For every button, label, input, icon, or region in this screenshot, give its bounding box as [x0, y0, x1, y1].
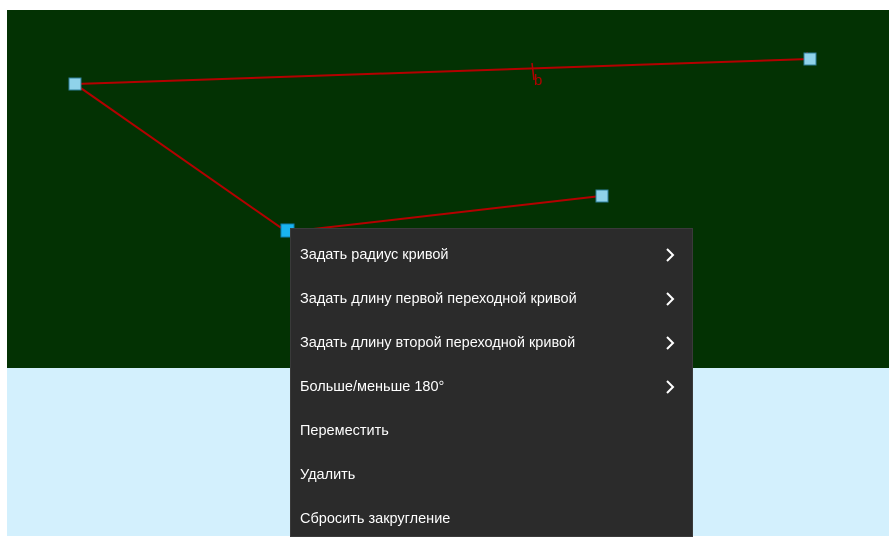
menu-item-label: Задать длину первой переходной кривой: [300, 291, 577, 307]
chevron-right-icon: [666, 380, 675, 394]
chevron-right-icon: [666, 248, 675, 262]
menu-item-delete[interactable]: Удалить: [291, 453, 692, 497]
menu-item-move[interactable]: Переместить: [291, 409, 692, 453]
menu-item-set-curve-radius[interactable]: Задать радиус кривой: [291, 233, 692, 277]
vertex-handle-icon[interactable]: [68, 77, 82, 91]
polyline-segment-top[interactable]: [74, 58, 810, 85]
menu-item-label: Удалить: [300, 467, 356, 483]
chevron-right-icon: [666, 292, 675, 306]
menu-item-more-less-180[interactable]: Больше/меньше 180°: [291, 365, 692, 409]
vertex-handle-icon[interactable]: [803, 52, 817, 66]
context-menu: Задать радиус кривой Задать длину первой…: [291, 229, 692, 536]
vertex-handle-icon[interactable]: [595, 189, 609, 203]
menu-item-label: Сбросить закругление: [300, 511, 451, 527]
segment-label: b: [534, 72, 542, 89]
menu-item-set-second-transition-length[interactable]: Задать длину второй переходной кривой: [291, 321, 692, 365]
chevron-right-icon: [666, 336, 675, 350]
polyline-path[interactable]: [74, 83, 602, 234]
menu-item-set-first-transition-length[interactable]: Задать длину первой переходной кривой: [291, 277, 692, 321]
menu-item-reset-rounding[interactable]: Сбросить закругление: [291, 497, 692, 541]
menu-item-label: Переместить: [300, 423, 389, 439]
menu-item-label: Задать длину второй переходной кривой: [300, 335, 576, 351]
menu-item-label: Задать радиус кривой: [300, 247, 449, 263]
menu-item-label: Больше/меньше 180°: [300, 379, 445, 395]
